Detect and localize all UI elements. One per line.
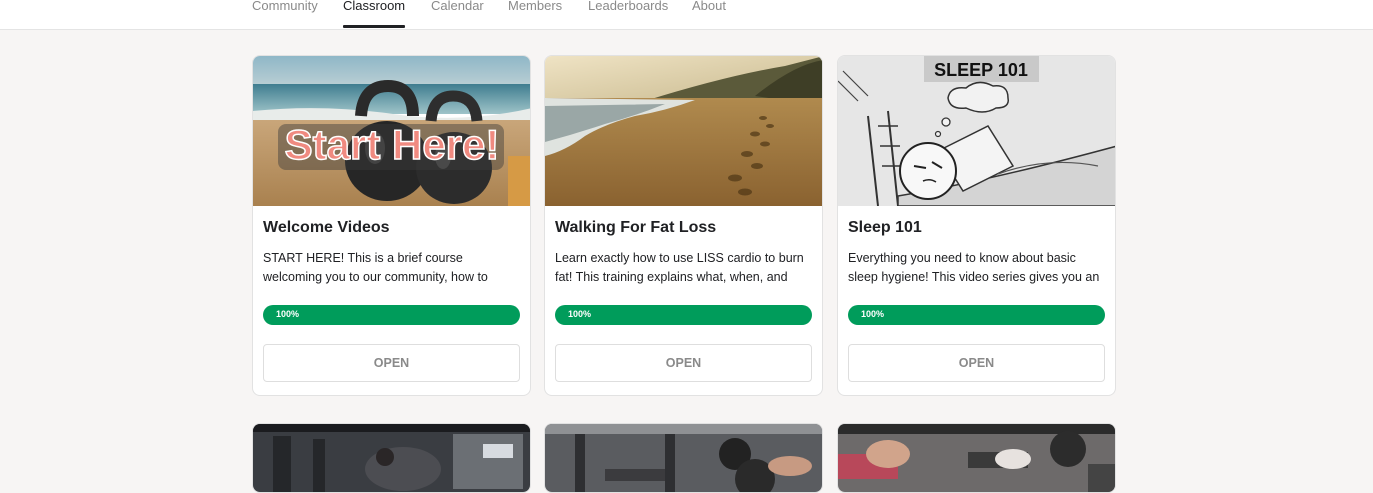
course-card[interactable]: SLEEP 101 Sleep 101 Everything you need … [837,55,1116,396]
course-title[interactable]: Walking For Fat Loss [555,219,716,237]
footprints-on-beach-icon [545,56,822,206]
progress-label: 100% [276,309,300,319]
course-description: Learn exactly how to use LISS cardio to … [555,251,804,284]
thumbnail-caption: SLEEP 101 [934,60,1028,80]
progress-bar: 100% [555,305,812,325]
course-thumbnail[interactable]: Start Here! [253,56,530,206]
tab-members[interactable]: Members [508,0,562,28]
thumbnail-caption: Start Here! [285,121,500,168]
course-card[interactable]: Walking For Fat Loss Learn exactly how t… [544,55,823,396]
tab-calendar[interactable]: Calendar [431,0,484,28]
open-button[interactable]: OPEN [555,344,812,382]
progress-bar: 100% [263,305,520,325]
course-thumbnail[interactable] [545,56,822,206]
open-button[interactable]: OPEN [263,344,520,382]
open-button[interactable]: OPEN [848,344,1105,382]
course-card[interactable]: Start Here! Welcome Videos START HERE! T… [252,55,531,396]
top-nav: Community Classroom Calendar Members Lea… [0,0,1373,30]
tab-leaderboards[interactable]: Leaderboards [588,0,668,28]
progress-bar: 100% [848,305,1105,325]
tab-community[interactable]: Community [252,0,318,28]
course-title[interactable]: Sleep 101 [848,219,922,237]
tab-classroom[interactable]: Classroom [343,0,406,28]
course-thumbnail[interactable]: SLEEP 101 [838,56,1115,206]
sleeping-cartoon-icon: SLEEP 101 [838,56,1115,206]
tab-about[interactable]: About [692,0,726,28]
course-title[interactable]: Welcome Videos [263,219,390,237]
course-description: Everything you need to know about basic … [848,251,1100,284]
course-description: START HERE! This is a brief course welco… [263,251,488,284]
progress-label: 100% [861,309,885,319]
kettlebells-on-beach-icon: Start Here! [253,56,530,206]
progress-label: 100% [568,309,592,319]
